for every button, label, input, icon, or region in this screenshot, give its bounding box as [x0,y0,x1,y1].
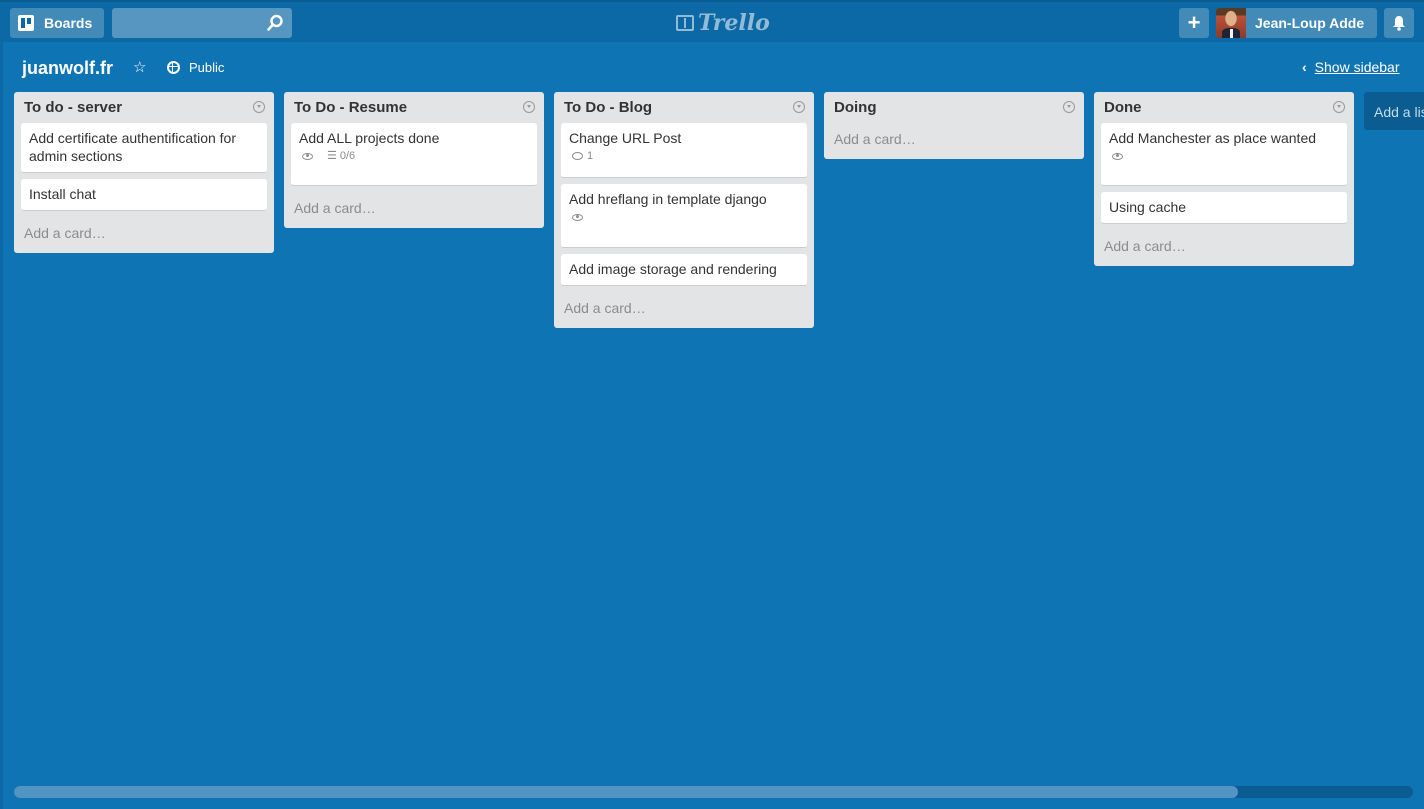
card-title: Add certificate authentification for adm… [29,130,237,164]
list-doing[interactable]: Doing Add a card… [824,92,1084,159]
boards-button[interactable]: Boards [10,8,104,38]
card[interactable]: Add hreflang in template django [561,184,807,248]
board-title[interactable]: juanwolf.fr [22,58,113,79]
show-sidebar-link[interactable]: ‹ Show sidebar [1302,59,1400,75]
visibility-label: Public [189,60,225,75]
card[interactable]: Change URL Post 1 [561,123,807,178]
eye-icon [572,213,583,221]
show-sidebar-label: Show sidebar [1314,59,1400,75]
boards-icon [18,15,34,31]
horizontal-scrollbar-thumb[interactable] [14,786,1239,798]
comment-icon [572,152,583,160]
logo-text: Trello [698,10,770,36]
add-card-button[interactable]: Add a card… [291,192,537,220]
watching-badge [299,152,317,160]
add-card-button[interactable]: Add a card… [831,123,1077,151]
boards-label: Boards [44,15,93,31]
user-name: Jean-Loup Adde [1255,15,1365,31]
add-list-button[interactable]: Add a list… [1364,92,1424,130]
add-button[interactable]: + [1179,8,1209,38]
visibility-button[interactable]: Public [167,60,224,75]
bell-icon [1393,16,1405,31]
add-card-button[interactable]: Add a card… [561,292,807,320]
add-card-button[interactable]: Add a card… [21,217,267,245]
list-title[interactable]: Doing [834,99,877,116]
list-done[interactable]: Done Add Manchester as place wanted Usin… [1094,92,1354,266]
comment-count: 1 [587,150,594,162]
card-title: Change URL Post [569,130,682,146]
card-title: Add ALL projects done [299,130,440,146]
watching-badge [569,213,587,221]
window-frame [0,0,3,809]
list-header: To Do - Resume [291,92,537,123]
card[interactable]: Install chat [21,179,267,211]
checklist-badge: ☰ 0/6 [327,147,355,165]
card-badges [569,208,799,226]
card-title: Install chat [29,186,96,202]
globe-icon [167,61,180,74]
card-title: Add image storage and rendering [569,261,777,277]
list-to-do-resume[interactable]: To Do - Resume Add ALL projects done ☰ 0/… [284,92,544,228]
chevron-left-icon: ‹ [1302,59,1307,75]
notifications-button[interactable] [1384,8,1414,38]
list-menu-icon[interactable] [1063,101,1075,113]
card[interactable]: Add image storage and rendering [561,254,807,286]
list-title[interactable]: To Do - Blog [564,99,652,116]
list-menu-icon[interactable] [523,101,535,113]
user-menu-button[interactable]: Jean-Loup Adde [1216,8,1377,38]
list-menu-icon[interactable] [793,101,805,113]
card-badges: 1 [569,147,799,165]
plus-icon: + [1187,10,1201,35]
checklist-icon: ☰ [327,150,337,162]
card-title: Using cache [1109,199,1187,215]
card-badges: ☰ 0/6 [299,147,529,165]
card[interactable]: Add Manchester as place wanted [1101,123,1347,186]
card-title: Add Manchester as place wanted [1109,130,1317,146]
star-icon[interactable]: ☆ [133,58,146,76]
list-header: Done [1101,92,1347,123]
list-menu-icon[interactable] [253,101,265,113]
eye-icon [1112,152,1123,160]
add-list-label: Add a list… [1374,104,1424,120]
list-to-do-blog[interactable]: To Do - Blog Change URL Post 1 Add hrefl… [554,92,814,328]
card[interactable]: Add ALL projects done ☰ 0/6 [291,123,537,186]
trello-logo[interactable]: Trello [676,10,770,36]
list-header: To do - server [21,92,267,123]
checklist-count: 0/6 [339,150,356,162]
card[interactable]: Using cache [1101,192,1347,224]
avatar [1216,8,1246,38]
list-title[interactable]: Done [1104,99,1142,116]
search-input[interactable] [112,8,292,38]
top-header: Boards Trello + Jean-Loup Adde [0,0,1424,42]
list-menu-icon[interactable] [1333,101,1345,113]
card-badges [1109,147,1339,165]
list-to-do-server[interactable]: To do - server Add certificate authentif… [14,92,274,253]
list-title[interactable]: To Do - Resume [294,99,407,116]
add-card-button[interactable]: Add a card… [1101,230,1347,258]
list-title[interactable]: To do - server [24,99,122,116]
list-header: Doing [831,92,1077,123]
search-icon[interactable] [266,14,284,32]
eye-icon [302,152,313,160]
card[interactable]: Add certificate authentification for adm… [21,123,267,173]
watching-badge [1109,152,1127,160]
list-header: To Do - Blog [561,92,807,123]
comments-badge: 1 [569,147,593,165]
card-title: Add hreflang in template django [569,191,767,207]
trello-logo-icon [676,15,694,31]
